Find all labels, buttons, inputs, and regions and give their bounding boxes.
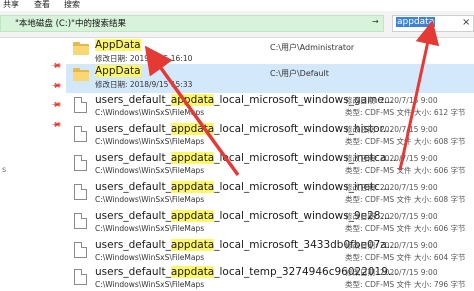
file-icon: [74, 242, 87, 258]
file-icon: [74, 97, 87, 113]
file-row[interactable]: users_default_appdata_local_microsoft_wi…: [66, 151, 474, 180]
nav-item-label[interactable]: s: [2, 165, 6, 174]
match-highlight: appdata: [170, 266, 215, 278]
item-modified: 修改日期: 2020/7/15 9:00: [345, 154, 438, 163]
file-row[interactable]: users_default_appdata_local_microsoft_wi…: [66, 180, 474, 209]
match-highlight: AppData: [95, 65, 141, 77]
item-modified: 修改日期: 2020/7/15 9:00: [345, 212, 438, 221]
file-row[interactable]: users_default_appdata_local_microsoft_wi…: [66, 209, 474, 238]
item-type-size: 类型: CDF-MS 文件 大小: 606 字节: [345, 166, 466, 175]
address-path-text: "本地磁盘 (C:)"中的搜索结果: [15, 19, 126, 29]
item-subtitle: C:\Windows\WinSxS\FileMaps: [95, 166, 205, 175]
item-location: C:\用户\Administrator: [270, 43, 355, 52]
item-subtitle: C:\Windows\WinSxS\FileMaps: [95, 253, 205, 262]
match-highlight: appdata: [170, 181, 215, 193]
file-icon: [74, 155, 87, 171]
item-modified: 修改日期: 2020/7/15 9:00: [345, 241, 438, 250]
tab-share[interactable]: 共享: [3, 0, 19, 10]
match-highlight: appdata: [170, 123, 215, 135]
folder-icon: [73, 68, 89, 81]
match-highlight: appdata: [170, 94, 215, 106]
tab-search[interactable]: 搜索: [64, 0, 80, 10]
file-row[interactable]: users_default_appdata_local_microsoft_wi…: [66, 122, 474, 151]
search-clear-icon[interactable]: ×: [462, 17, 470, 28]
pin-icon[interactable]: 📌: [50, 80, 62, 92]
item-subtitle: C:\Windows\WinSxS\FileMaps: [95, 108, 205, 117]
match-highlight: AppData: [95, 39, 141, 51]
match-highlight: appdata: [170, 210, 215, 222]
item-modified: 修改日期: 2020/7/15 9:00: [345, 183, 438, 192]
item-type-size: 类型: CDF-MS 文件 大小: 604 字节: [345, 253, 466, 262]
item-subtitle: C:\Windows\WinSxS\FileMaps: [95, 224, 205, 233]
item-subtitle: 修改日期: 2019/8/25 16:10: [95, 54, 193, 63]
item-modified: 修改日期: 2020/7/15 9:00: [345, 268, 438, 277]
item-type-size: 类型: CDF-MS 文件 大小: 608 字节: [345, 137, 466, 146]
folder-row[interactable]: AppData 修改日期: 2018/9/15 15:33 C:\用户\Defaul…: [66, 64, 474, 93]
file-row[interactable]: users_default_appdata_local_temp_3274946…: [66, 265, 474, 291]
item-modified: 修改日期: 2020/7/15 9:00: [345, 125, 438, 134]
ribbon-tabs: 共享 查看 搜索: [0, 0, 474, 11]
file-row[interactable]: users_default_appdata_local_microsoft_wi…: [66, 93, 474, 122]
pin-icon[interactable]: 📌: [50, 119, 62, 131]
item-subtitle: 修改日期: 2018/9/15 15:33: [95, 80, 193, 89]
pin-icon[interactable]: 📌: [50, 60, 62, 72]
item-name[interactable]: AppData: [95, 65, 141, 77]
item-location: C:\用户\Default: [270, 69, 329, 78]
item-modified: 修改日期: 2020/7/15 9:00: [345, 96, 438, 105]
address-forward-arrow-icon[interactable]: →: [372, 17, 379, 26]
item-subtitle: C:\Windows\WinSxS\FileMaps: [95, 137, 205, 146]
file-row[interactable]: users_default_appdata_local_microsoft_34…: [66, 238, 474, 265]
pin-icon[interactable]: 📌: [50, 99, 62, 111]
item-name[interactable]: AppData: [95, 39, 141, 51]
item-type-size: 类型: CDF-MS 文件 大小: 606 字节: [345, 224, 466, 233]
match-highlight: appdata: [170, 152, 215, 164]
search-input[interactable]: appdata ×: [392, 15, 474, 32]
file-icon: [74, 126, 87, 142]
search-query-text: appdata: [396, 17, 436, 27]
address-bar: "本地磁盘 (C:)"中的搜索结果 → appdata ×: [0, 11, 474, 38]
tab-view[interactable]: 查看: [34, 0, 50, 10]
folder-row[interactable]: AppData 修改日期: 2019/8/25 16:10 C:\用户\Admini…: [66, 38, 474, 64]
address-path-field[interactable]: "本地磁盘 (C:)"中的搜索结果 →: [0, 15, 384, 32]
navigation-pane: 📌 📌 📌 📌 s: [0, 38, 66, 291]
file-icon: [74, 269, 87, 285]
file-icon: [74, 213, 87, 229]
file-icon: [74, 184, 87, 200]
item-type-size: 类型: CDF-MS 文件 大小: 608 字节: [345, 195, 466, 204]
item-subtitle: C:\Windows\WinSxS\FileMaps: [95, 280, 205, 289]
item-type-size: 类型: CDF-MS 文件 大小: 612 字节: [345, 108, 466, 117]
match-highlight: appdata: [170, 239, 215, 251]
item-type-size: 类型: CDF-MS 文件 大小: 796 字节: [345, 280, 466, 289]
item-subtitle: C:\Windows\WinSxS\FileMaps: [95, 195, 205, 204]
folder-icon: [73, 42, 89, 55]
